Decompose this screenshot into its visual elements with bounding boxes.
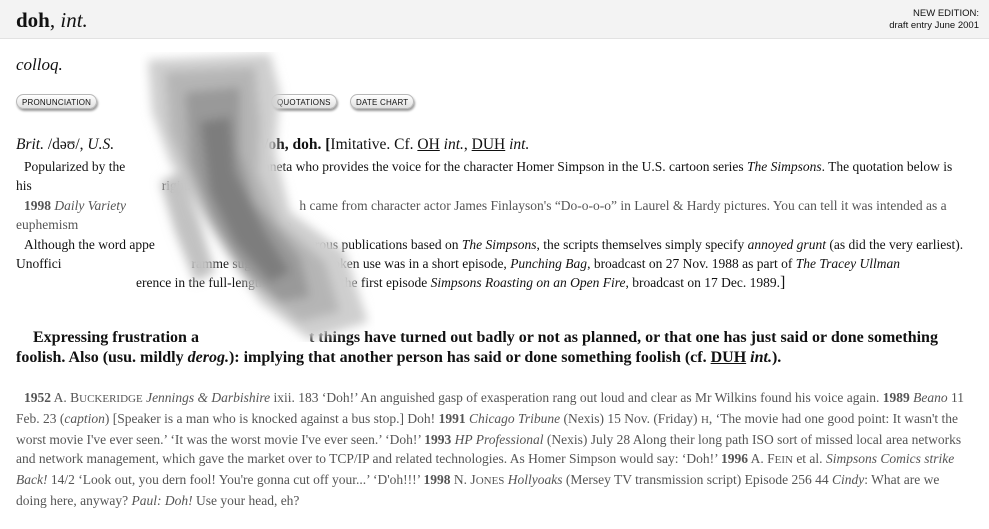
quote-year: 1991	[438, 411, 466, 426]
xref-duh-link[interactable]: DUH	[472, 136, 506, 153]
show-title: The Tracey Ullman	[795, 256, 901, 272]
quote-year: 1952	[24, 390, 51, 405]
text: , broadcast on 27 Nov. 1988 as part of	[587, 256, 796, 272]
text: Although the word appe	[24, 236, 155, 252]
speaker: Paul: Doh!	[131, 493, 193, 508]
author: N. J	[450, 472, 476, 487]
work-title: Chicago Tribune	[465, 411, 561, 426]
xref-duh-link[interactable]: DUH	[711, 349, 747, 366]
etymology-note: Popularized by the astellaneta who provid…	[16, 157, 971, 293]
text: (Mersey TV transmission script) Episode …	[562, 472, 833, 487]
script-direction: annoyed grunt	[747, 236, 826, 252]
quotation-paragraph: 1952 A. BUCKERIDGE Jennings & Darbishire…	[16, 388, 971, 510]
text: , broadcast on 17 Dec. 1989.	[625, 275, 780, 291]
text: ).	[771, 349, 782, 366]
text: 14/2 ‘Look out, you dern fool! You're go…	[47, 472, 424, 487]
pronunciation-button[interactable]: PRONUNCIATION	[16, 94, 98, 109]
xref-oh-pos: int.	[439, 136, 464, 153]
author: et al.	[792, 451, 823, 466]
pronunciation-line: Brit. /dəʊ/, U.S./oh, doh. [Imitative. C…	[16, 136, 529, 154]
entry-header-bar: doh, int. NEW EDITION: draft entry June …	[0, 0, 989, 39]
xref-oh-link[interactable]: OH	[417, 136, 439, 153]
text: ) [Speaker is a man who is knocked again…	[104, 411, 439, 426]
text: ): implying that another person has said…	[228, 349, 711, 366]
edition-date: draft entry June 2001	[889, 20, 979, 31]
etymology-paragraph-1: Popularized by the astellaneta who provid…	[16, 157, 971, 196]
author: ONES	[475, 475, 505, 487]
etymology-quotation: 1998 Daily Variety h came from character…	[16, 196, 971, 235]
text: astellaneta who provides the voice for t…	[235, 159, 747, 174]
text: H	[700, 414, 709, 426]
brit-label: Brit.	[16, 136, 44, 153]
text: eded it up.	[238, 217, 295, 233]
author: A. F	[747, 451, 775, 466]
author: EIN	[774, 454, 793, 466]
text: ramme suggest the first spoken use was i…	[191, 256, 511, 272]
speaker: Cindy	[832, 472, 865, 487]
usage-label: colloq.	[16, 55, 63, 74]
quote-year: 1998	[423, 472, 451, 487]
text: rigin:	[161, 178, 192, 194]
quotations-text: 1952 A. BUCKERIDGE Jennings & Darbishire…	[16, 388, 971, 510]
edition-note: NEW EDITION: draft entry June 2001	[889, 8, 979, 32]
quote-year: 1993	[424, 432, 452, 447]
separator: ,	[463, 136, 472, 153]
text: Use your head, eh?	[192, 493, 300, 508]
variant-forms: /oh, doh.	[264, 136, 322, 153]
show-title: The Simpsons	[461, 236, 537, 252]
author: UCKERIDGE	[79, 393, 143, 405]
sense-definition: Expressing frustration at things have tu…	[16, 328, 971, 368]
episode-title: Simpsons Roasting on an Open Fire	[430, 275, 626, 291]
text: h came from character actor James Finlay…	[16, 197, 947, 233]
author: A. B	[51, 390, 80, 405]
register-label: derog.	[187, 349, 229, 366]
show-title: The Simpsons	[746, 159, 822, 174]
text: , the scripts themselves simply specify	[536, 236, 748, 252]
work-title: Jennings & Darbishire	[142, 390, 271, 405]
text: Expressing frustration a	[33, 329, 199, 346]
text: numerous publications based on	[284, 236, 462, 252]
headword: doh, int.	[16, 8, 88, 33]
quote-year: 1989	[882, 390, 910, 405]
episode-title: Punching Bag	[510, 256, 588, 272]
quote-year: 1996	[720, 451, 748, 466]
work-title: HP Professional	[451, 432, 544, 447]
work-title: Hollyoaks	[504, 472, 563, 487]
text: caption	[64, 411, 105, 426]
part-of-speech: int.	[60, 8, 88, 32]
text: erence in the full-length series was in …	[136, 275, 431, 291]
us-label: U.S.	[87, 136, 115, 153]
etymology-imitative: Imitative.	[330, 136, 391, 153]
text: ixii. 183 ‘Doh!’ An anguished gasp of ex…	[270, 390, 883, 405]
headword-separator: ,	[49, 8, 61, 32]
etymology-bracket-close: ]	[780, 274, 786, 292]
quote-year: 1998	[24, 197, 51, 213]
text: (Nexis) 15 Nov. (Friday)	[560, 411, 701, 426]
xref-duh-pos: int.	[746, 349, 772, 366]
brit-ipa: /dəʊ/	[47, 136, 80, 153]
text: Popularized by the	[24, 159, 126, 174]
quotations-button[interactable]: QUOTATIONS	[271, 94, 337, 109]
headword-text: doh	[16, 8, 50, 32]
quote-source: Daily Variety	[51, 197, 126, 213]
work-title: Beano	[909, 390, 948, 405]
etymology-paragraph-2: Although the word appe numerous publicati…	[16, 235, 971, 293]
cf-label: Cf.	[390, 136, 418, 153]
xref-duh-pos: int.	[505, 136, 530, 153]
date-chart-button[interactable]: DATE CHART	[350, 94, 415, 109]
edition-label: NEW EDITION:	[913, 8, 979, 19]
text	[126, 198, 129, 213]
